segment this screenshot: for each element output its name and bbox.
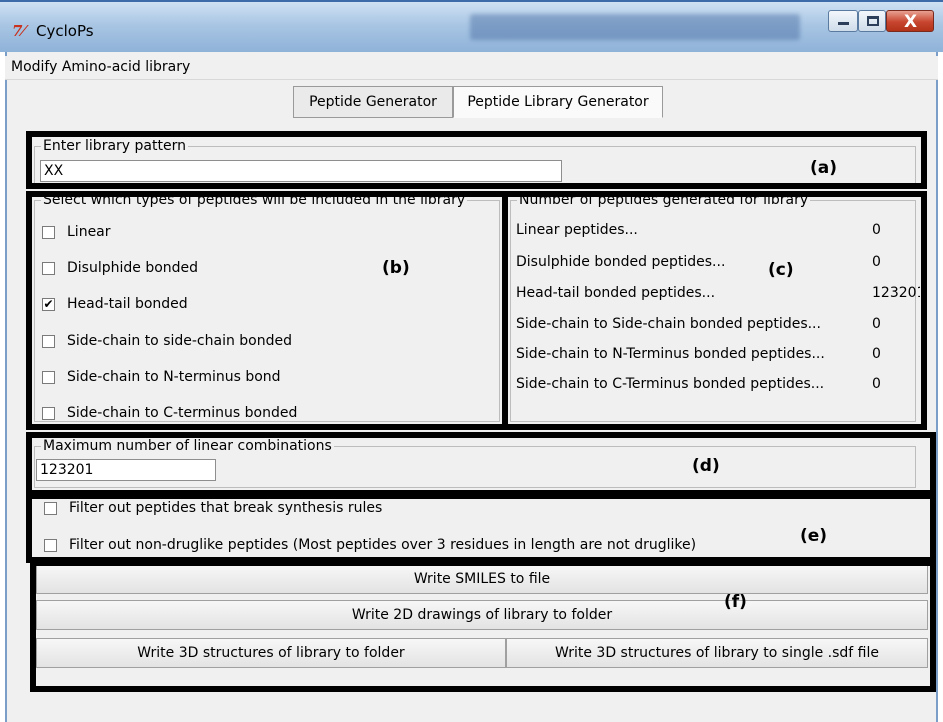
maximize-button[interactable] — [858, 10, 886, 32]
minimize-button[interactable] — [828, 10, 858, 32]
annotation-label-c: (c) — [768, 260, 794, 280]
title-bar: 7⁄ CycloPs X — [0, 0, 943, 52]
annotation-box-f — [30, 560, 936, 692]
annotation-box-c — [502, 191, 927, 430]
maximize-icon — [867, 16, 879, 26]
annotation-box-b — [26, 191, 508, 430]
annotation-label-a: (a) — [810, 158, 838, 178]
menu-bar: Modify Amino-acid library — [5, 56, 938, 80]
annotation-box-d — [26, 432, 936, 496]
minimize-icon — [838, 22, 849, 25]
menu-modify-amino-acid-library[interactable]: Modify Amino-acid library — [11, 59, 190, 75]
annotation-label-e: (e) — [800, 526, 828, 546]
annotation-box-a — [26, 131, 927, 189]
annotation-label-d: (d) — [692, 456, 720, 476]
tab-peptide-library-generator[interactable]: Peptide Library Generator — [453, 86, 663, 118]
close-icon: X — [904, 12, 918, 32]
tk-feather-icon: 7⁄ — [12, 22, 25, 40]
tab-peptide-generator[interactable]: Peptide Generator — [293, 86, 453, 118]
background-window-ghost — [470, 14, 800, 40]
annotation-label-f: (f) — [724, 592, 747, 612]
window-title: CycloPs — [36, 22, 94, 40]
annotation-label-b: (b) — [382, 258, 410, 278]
close-button[interactable]: X — [886, 10, 934, 32]
